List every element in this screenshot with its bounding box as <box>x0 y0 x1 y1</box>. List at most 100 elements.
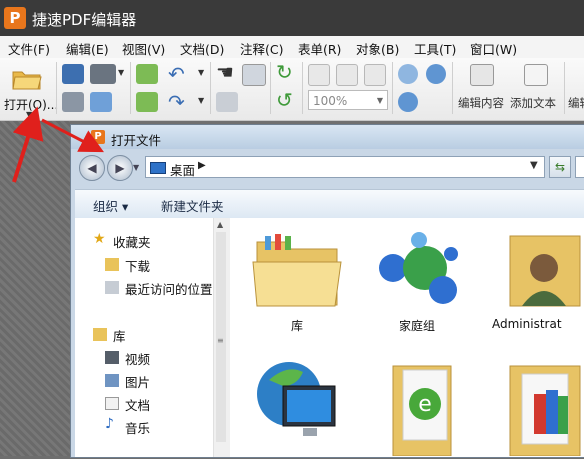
actual-size-icon[interactable] <box>308 64 330 86</box>
email-icon[interactable] <box>90 92 112 112</box>
menu-tools[interactable]: 工具(T) <box>414 39 456 58</box>
zoom-select[interactable]: 100% ▼ <box>308 90 388 110</box>
forward-button[interactable]: ▶ <box>107 155 133 181</box>
edit-content-label[interactable]: 编辑内容 <box>458 95 504 111</box>
menu-bar: 文件(F) 编辑(E) 视图(V) 文档(D) 注释(C) 表单(R) 对象(B… <box>0 36 584 59</box>
zoom-out-icon[interactable] <box>426 64 446 84</box>
menu-form[interactable]: 表单(R) <box>298 39 341 58</box>
file-label-administrator: Administrat <box>492 317 562 331</box>
toolbar-divider <box>130 62 131 114</box>
chevron-down-icon[interactable]: ▼ <box>118 68 124 77</box>
document-page-strip <box>0 121 70 456</box>
scroll-up-icon[interactable]: ▲ <box>217 220 223 229</box>
dialog-app-logo: P <box>91 130 105 144</box>
edit-content-icon[interactable] <box>470 64 494 86</box>
print-icon[interactable] <box>62 92 84 112</box>
breadcrumb-arrow-icon[interactable]: ▶ <box>198 160 206 171</box>
fit-width-icon[interactable] <box>364 64 386 86</box>
menu-comment[interactable]: 注释(C) <box>240 39 283 58</box>
nav-item-pictures[interactable]: 图片 <box>125 372 150 391</box>
address-text[interactable]: 桌面 <box>170 160 195 179</box>
toolbar-divider <box>392 62 393 114</box>
menu-file[interactable]: 文件(F) <box>8 39 50 58</box>
menu-object[interactable]: 对象(B) <box>356 39 399 58</box>
chevron-down-icon[interactable]: ▼ <box>198 68 204 77</box>
file-item-library[interactable]: 库 <box>242 228 352 334</box>
scanner-icon[interactable] <box>90 64 116 84</box>
file-pane: 库 家庭组 Administrat e <box>230 218 584 457</box>
menu-edit[interactable]: 编辑(E) <box>66 39 109 58</box>
page-prev-icon[interactable] <box>136 64 158 84</box>
video-icon <box>105 351 119 364</box>
documents-icon <box>105 397 119 410</box>
refresh-button[interactable]: ⇆ <box>549 156 571 178</box>
toolbar: 打开(O)... ▼ ▼ ↶ ↷ ▼ ▼ ☚ ↻ ↺ 100% ▼ 编辑内容 添… <box>0 58 584 121</box>
dialog-nav-row: ◀ ▶ ▼ 桌面 ▶ ▼ ⇆ <box>71 151 584 183</box>
file-item-administrator[interactable]: Administrat <box>492 228 584 331</box>
nav-item-videos[interactable]: 视频 <box>125 349 150 368</box>
nav-pane-scrollbar[interactable]: ▲ ≡ <box>213 218 230 457</box>
chevron-down-icon: ▼ <box>376 96 383 105</box>
file-item-homegroup[interactable]: 家庭组 <box>362 228 472 334</box>
rotate-left-icon[interactable]: ↺ <box>276 88 293 112</box>
page-next-icon[interactable] <box>136 92 158 112</box>
dialog-title-bar: P 打开文件 <box>71 125 584 149</box>
chevron-down-icon[interactable]: ▼ <box>530 160 538 171</box>
dialog-title: 打开文件 <box>111 133 162 148</box>
homegroup-icon <box>379 232 458 304</box>
file-item-office-folder[interactable] <box>492 346 584 459</box>
hand-tool-icon[interactable]: ☚ <box>216 60 234 84</box>
fit-page-icon[interactable] <box>336 64 358 86</box>
menu-view[interactable]: 视图(V) <box>122 39 165 58</box>
user-folder-icon <box>509 235 581 307</box>
nav-item-favorites[interactable]: 收藏夹 <box>113 232 151 251</box>
history-dropdown-icon[interactable]: ▼ <box>133 163 139 172</box>
back-button[interactable]: ◀ <box>79 155 105 181</box>
title-bar: P 捷速PDF编辑器 <box>0 0 584 36</box>
menu-document[interactable]: 文档(D) <box>180 39 224 58</box>
add-text-label[interactable]: 添加文本 <box>510 95 556 111</box>
add-text-icon[interactable] <box>524 64 548 86</box>
rotate-right-icon[interactable]: ↻ <box>276 60 293 84</box>
toolbar-divider <box>564 62 565 114</box>
downloads-folder-icon <box>105 258 119 271</box>
new-folder-button[interactable]: 新建文件夹 <box>161 196 224 215</box>
app-logo: P <box>4 7 26 29</box>
save-icon[interactable] <box>62 64 84 84</box>
open-button[interactable]: 打开(O)... ▼ <box>2 60 58 119</box>
nav-item-documents[interactable]: 文档 <box>125 395 150 414</box>
nav-item-recent-places[interactable]: 最近访问的位置 <box>125 279 213 298</box>
snapshot-icon[interactable] <box>216 92 238 112</box>
file-label-homegroup: 家庭组 <box>398 319 435 333</box>
library-icon <box>93 328 107 341</box>
file-item-computer[interactable] <box>242 346 352 449</box>
edit-cut-label[interactable]: 编辑 <box>568 95 584 111</box>
undo-icon[interactable]: ↶ <box>168 62 185 86</box>
zoom-in-region-icon[interactable] <box>398 64 418 84</box>
redo-icon[interactable]: ↷ <box>168 90 185 114</box>
chevron-down-icon[interactable]: ▼ <box>198 96 204 105</box>
command-bar: 组织 ▾ 新建文件夹 <box>75 189 584 219</box>
toolbar-divider <box>302 62 303 114</box>
file-item-ie-folder[interactable]: e <box>362 346 472 459</box>
window-title: 捷速PDF编辑器 <box>32 11 137 29</box>
menu-window[interactable]: 窗口(W) <box>470 39 517 58</box>
internet-explorer-folder-icon: e <box>392 365 452 457</box>
toolbar-divider <box>270 62 271 114</box>
recent-places-icon <box>105 281 119 294</box>
desktop-icon <box>150 162 166 174</box>
organize-button[interactable]: 组织 ▾ <box>93 196 128 215</box>
folder-open-icon <box>12 71 42 90</box>
zoom-value: 100% <box>313 94 348 108</box>
search-input[interactable] <box>575 156 584 178</box>
star-icon: ★ <box>93 231 106 247</box>
navigation-pane: ★ 收藏夹 下载 最近访问的位置 库 视频 图片 文档 ♪ 音乐 <box>75 218 214 457</box>
address-bar[interactable]: 桌面 ▶ ▼ <box>145 156 545 178</box>
nav-item-libraries[interactable]: 库 <box>113 326 126 345</box>
select-tool-icon[interactable] <box>242 64 266 86</box>
zoom-in-icon[interactable] <box>398 92 418 112</box>
nav-item-music[interactable]: 音乐 <box>125 418 150 437</box>
library-folder-icon <box>252 234 342 307</box>
music-icon: ♪ <box>105 416 114 432</box>
nav-item-downloads[interactable]: 下载 <box>125 256 150 275</box>
